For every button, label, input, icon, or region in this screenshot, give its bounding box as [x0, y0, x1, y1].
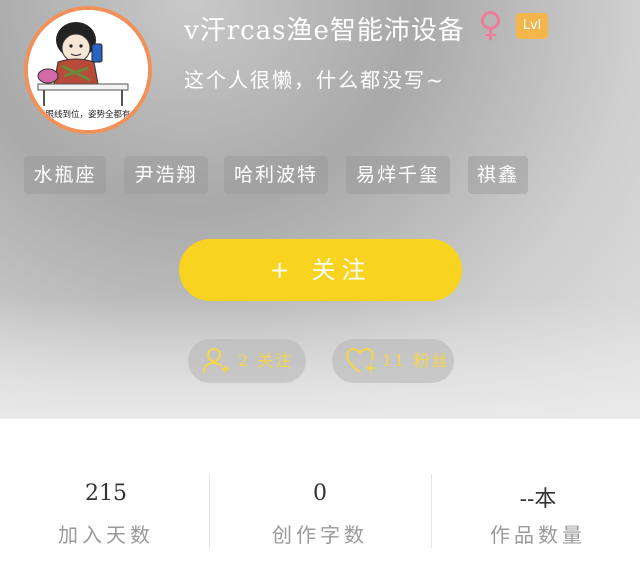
following-pill[interactable]: 2 关注 — [188, 339, 306, 383]
fans-count: 11 粉丝 — [382, 351, 450, 370]
profile-bio: 这个人很懒，什么都没写~ — [184, 68, 445, 92]
stat-value: --本 — [519, 487, 557, 512]
tag-item[interactable]: 祺鑫 — [468, 156, 528, 194]
fans-pill[interactable]: 11 粉丝 — [332, 339, 454, 383]
plus-icon: + — [269, 256, 296, 284]
stat-value: 0 — [313, 481, 327, 506]
stat-label: 创作字数 — [272, 523, 368, 547]
tag-item[interactable]: 易烊千玺 — [346, 156, 450, 194]
divider — [209, 474, 210, 548]
avatar[interactable]: 眼线到位，姿势全都有 — [24, 6, 152, 134]
following-count: 2 关注 — [238, 351, 294, 370]
tag-item[interactable]: 哈利波特 — [224, 156, 328, 194]
heart-add-icon — [346, 347, 375, 373]
person-add-icon — [203, 348, 229, 374]
avatar-caption: 眼线到位，姿势全都有 — [45, 109, 130, 120]
stats-panel: 215 加入天数 0 创作字数 --本 作品数量 — [0, 418, 640, 576]
stat-label: 加入天数 — [58, 523, 154, 547]
level-badge: Lvl — [516, 13, 548, 39]
stat-value: 215 — [85, 481, 127, 506]
divider — [431, 474, 432, 548]
stat-works-count: --本 作品数量 — [436, 419, 640, 576]
avatar-illustration: 眼线到位，姿势全都有 — [28, 10, 148, 130]
female-gender-icon: ♀ — [478, 5, 503, 45]
stat-label: 作品数量 — [490, 523, 586, 547]
username: v汗rcas渔e智能沛设备 — [184, 16, 465, 46]
stat-join-days: 215 加入天数 — [0, 419, 212, 576]
follow-button-label: 关注 — [311, 256, 372, 284]
stat-word-count: 0 创作字数 — [214, 419, 426, 576]
tag-item[interactable]: 水瓶座 — [24, 156, 106, 194]
tag-item[interactable]: 尹浩翔 — [124, 156, 208, 194]
follow-button[interactable]: + 关注 — [179, 239, 462, 301]
